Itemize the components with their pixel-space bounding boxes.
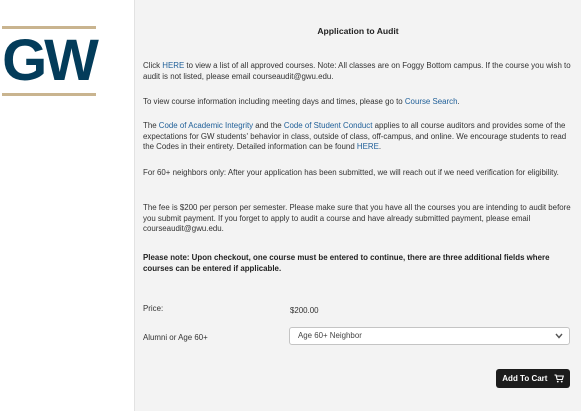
course-search-link[interactable]: Course Search xyxy=(405,97,458,106)
neighbors-paragraph: For 60+ neighbors only: After your appli… xyxy=(143,168,559,177)
price-value: $200.00 xyxy=(290,306,319,315)
detailed-info-link[interactable]: HERE xyxy=(357,142,379,151)
paragraph-text: To view course information including mee… xyxy=(143,97,405,106)
add-to-cart-button[interactable]: Add To Cart xyxy=(496,369,570,388)
approved-courses-paragraph: Click HERE to view a list of all approve… xyxy=(143,61,573,82)
paragraph-text: . xyxy=(378,142,382,152)
audit-application-panel: Application to Audit Click HERE to view … xyxy=(134,0,581,411)
cart-icon xyxy=(554,374,564,383)
price-label: Price: xyxy=(143,304,164,313)
logo-text: GW xyxy=(2,28,99,93)
checkout-note: Please note: Upon checkout, one course m… xyxy=(143,253,550,273)
fee-paragraph: The fee is $200 per person per semester.… xyxy=(143,203,571,234)
page-title: Application to Audit xyxy=(317,26,399,36)
alumni-age-select[interactable]: Age 60+ Neighbor xyxy=(289,327,570,345)
approved-courses-link[interactable]: HERE xyxy=(162,61,184,70)
paragraph-text: Click xyxy=(143,61,163,70)
chevron-down-icon xyxy=(555,333,563,339)
alumni-age-label: Alumni or Age 60+ xyxy=(143,333,208,342)
paragraph-text: and the xyxy=(253,121,284,130)
student-conduct-link[interactable]: Code of Student Conduct xyxy=(284,121,373,130)
add-to-cart-label: Add To Cart xyxy=(502,374,548,383)
gw-logo: GW xyxy=(0,26,99,100)
paragraph-text: The xyxy=(143,121,159,130)
codes-paragraph: The Code of Academic Integrity and the C… xyxy=(143,121,573,153)
logo-bottom-bar xyxy=(2,93,96,96)
paragraph-text: to view a list of all approved courses. … xyxy=(143,61,571,81)
course-search-paragraph: To view course information including mee… xyxy=(143,97,573,108)
alumni-age-selected-value: Age 60+ Neighbor xyxy=(298,331,362,340)
paragraph-text: . xyxy=(457,97,460,106)
academic-integrity-link[interactable]: Code of Academic Integrity xyxy=(159,121,253,130)
